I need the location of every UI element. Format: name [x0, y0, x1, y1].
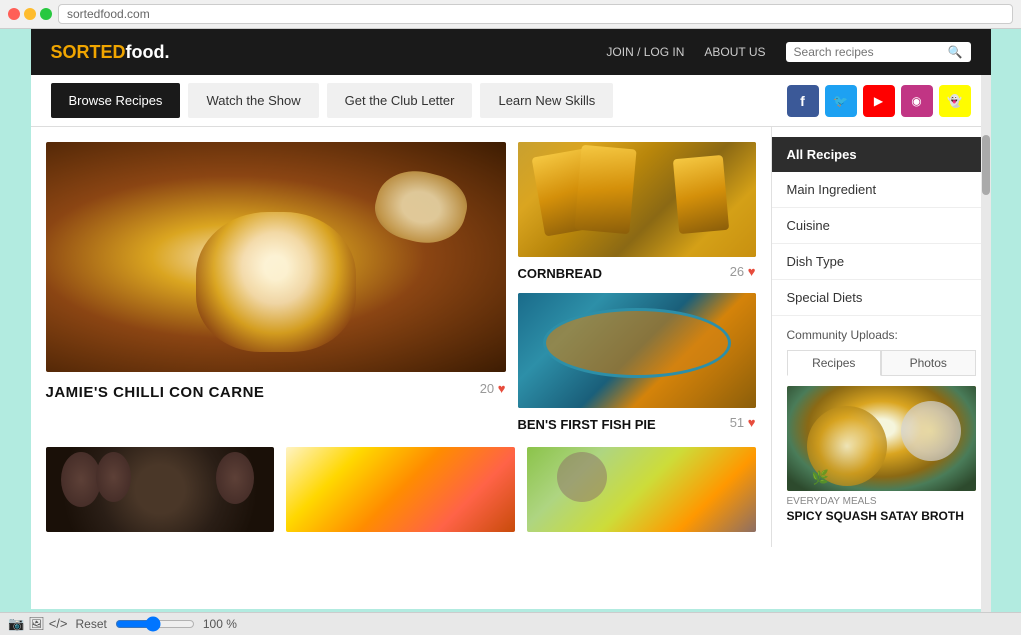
sidebar-item-all-recipes[interactable]: All Recipes	[772, 137, 991, 172]
large-recipe-card[interactable]: JAMIE'S CHILLI CON CARNE 20 ♥	[46, 142, 506, 432]
search-box: 🔍	[786, 42, 971, 62]
main-content: JAMIE'S CHILLI CON CARNE 20 ♥	[31, 127, 991, 547]
browser-chrome: sortedfood.com	[0, 0, 1021, 29]
zoom-slider[interactable]	[115, 616, 195, 632]
thumb-card-2[interactable]	[286, 447, 515, 532]
sidebar-item-special-diets[interactable]: Special Diets	[772, 280, 991, 316]
cornbread-card[interactable]: CORNBREAD 26 ♥	[518, 142, 756, 281]
sidebar-item-dish-type[interactable]: Dish Type	[772, 244, 991, 280]
instagram-button[interactable]: ◉	[901, 85, 933, 117]
site-logo[interactable]: SORTEDfood.	[51, 42, 170, 63]
close-button[interactable]	[8, 8, 20, 20]
search-icon: 🔍	[948, 45, 963, 59]
browser-bottom-bar: 📷 🖼 </> Reset 100 %	[0, 612, 1021, 635]
sidebar-item-cuisine[interactable]: Cuisine	[772, 208, 991, 244]
image-icon[interactable]: 🖼	[28, 616, 45, 632]
logo-text-main: SORTED	[51, 42, 126, 62]
about-us-link[interactable]: ABOUT US	[704, 45, 765, 59]
search-input[interactable]	[794, 45, 944, 59]
bottom-icons[interactable]: 📷 🖼 </>	[8, 616, 68, 632]
facebook-button[interactable]: f	[787, 85, 819, 117]
site-header: SORTEDfood. JOIN / LOG IN ABOUT US 🔍	[31, 29, 991, 75]
thumb-card-1[interactable]	[46, 447, 275, 532]
sidebar: All Recipes Main Ingredient Cuisine Dish…	[771, 127, 991, 547]
recipe-bottom-row	[46, 447, 756, 532]
community-recipe-title: SPICY SQUASH SATAY BROTH	[787, 509, 976, 523]
thumb-image-3	[527, 447, 756, 532]
youtube-button[interactable]: ▶	[863, 85, 895, 117]
address-bar[interactable]: sortedfood.com	[58, 4, 1013, 24]
thumb-image-2	[286, 447, 515, 532]
featured-row: JAMIE'S CHILLI CON CARNE 20 ♥	[46, 142, 756, 432]
scrollbar[interactable]	[981, 75, 991, 612]
community-tab-recipes[interactable]: Recipes	[787, 350, 882, 376]
cornbread-title: CORNBREAD	[518, 266, 603, 281]
small-recipe-col: CORNBREAD 26 ♥	[518, 142, 756, 432]
cornbread-likes: 26 ♥	[730, 264, 756, 279]
get-club-letter-button[interactable]: Get the Club Letter	[327, 83, 473, 118]
large-recipe-title: JAMIE'S CHILLI CON CARNE	[46, 384, 265, 401]
fishpie-image	[518, 293, 756, 408]
heart-icon-2: ♥	[748, 264, 756, 279]
scrollbar-thumb[interactable]	[982, 135, 990, 195]
zoom-value: 100 %	[203, 617, 237, 631]
reset-button[interactable]: Reset	[76, 617, 107, 631]
code-icon[interactable]: </>	[49, 616, 68, 632]
large-recipe-meta: JAMIE'S CHILLI CON CARNE 20 ♥	[46, 376, 506, 401]
fishpie-title: BEN'S FIRST FISH PIE	[518, 417, 656, 432]
browse-recipes-button[interactable]: Browse Recipes	[51, 83, 181, 118]
fishpie-card[interactable]: BEN'S FIRST FISH PIE 51 ♥	[518, 293, 756, 432]
fishpie-meta: BEN'S FIRST FISH PIE 51 ♥	[518, 412, 756, 432]
community-featured-image[interactable]: 🌿	[787, 386, 976, 491]
join-login-link[interactable]: JOIN / LOG IN	[606, 45, 684, 59]
nav-bar: Browse Recipes Watch the Show Get the Cl…	[31, 75, 991, 127]
community-recipe-category: Everyday Meals	[787, 496, 976, 507]
minimize-button[interactable]	[24, 8, 36, 20]
thumb-image-1	[46, 447, 275, 532]
maximize-button[interactable]	[40, 8, 52, 20]
learn-skills-button[interactable]: Learn New Skills	[480, 83, 613, 118]
recipe-grid: JAMIE'S CHILLI CON CARNE 20 ♥	[31, 127, 771, 547]
large-recipe-likes: 20 ♥	[480, 381, 506, 396]
community-section: Community Uploads: Recipes Photos	[772, 318, 991, 533]
snapchat-button[interactable]: 👻	[939, 85, 971, 117]
community-tabs: Recipes Photos	[787, 350, 976, 376]
community-tab-photos[interactable]: Photos	[881, 350, 976, 376]
social-icons: f 🐦 ▶ ◉ 👻	[787, 85, 971, 117]
twitter-button[interactable]: 🐦	[825, 85, 857, 117]
community-title: Community Uploads:	[787, 328, 976, 342]
thumb-card-3[interactable]	[527, 447, 756, 532]
heart-icon-3: ♥	[748, 415, 756, 430]
watch-show-button[interactable]: Watch the Show	[188, 83, 318, 118]
cornbread-meta: CORNBREAD 26 ♥	[518, 261, 756, 281]
sidebar-item-main-ingredient[interactable]: Main Ingredient	[772, 172, 991, 208]
heart-icon: ♥	[498, 381, 506, 396]
sidebar-section-filters: All Recipes Main Ingredient Cuisine Dish…	[772, 137, 991, 316]
cornbread-image	[518, 142, 756, 257]
logo-text-sub: food.	[126, 42, 170, 62]
header-nav: JOIN / LOG IN ABOUT US 🔍	[606, 42, 970, 62]
large-recipe-image	[46, 142, 506, 372]
camera-icon[interactable]: 📷	[8, 616, 24, 632]
window-controls[interactable]	[8, 8, 52, 20]
fishpie-likes: 51 ♥	[730, 415, 756, 430]
